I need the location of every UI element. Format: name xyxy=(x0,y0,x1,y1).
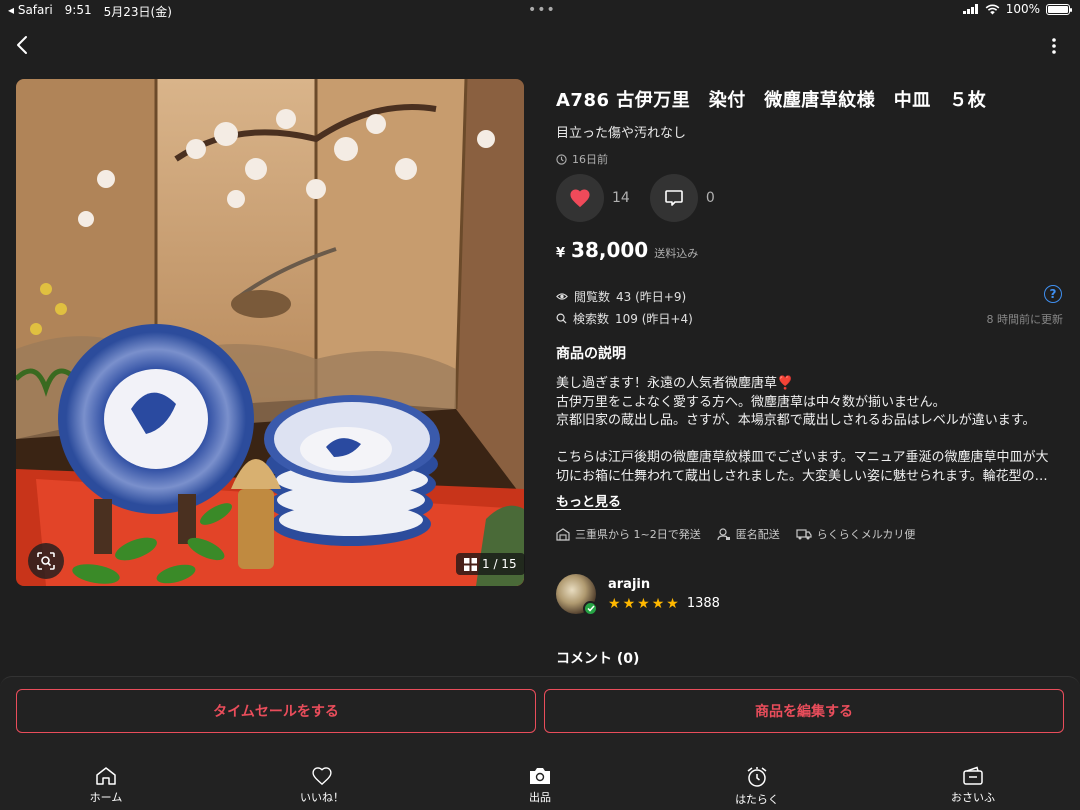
stats-updated: 8 時間前に更新 xyxy=(986,313,1064,326)
tab-likes-label: いいね！ xyxy=(300,791,344,804)
star-icon: ★ xyxy=(608,595,621,612)
status-bar: ◂ Safari 9:51 5月23日(金) ••• 100% xyxy=(0,0,1080,20)
views-value: 43 (昨日+9) xyxy=(616,290,687,304)
tab-home-label: ホーム xyxy=(89,791,123,804)
status-date: 5月23日(金) xyxy=(103,5,172,19)
comment-button[interactable] xyxy=(649,174,698,222)
comment-count: 0 xyxy=(705,190,715,206)
anonymous-user-icon xyxy=(717,527,730,540)
image-search-button[interactable] xyxy=(28,543,64,579)
description-line xyxy=(556,431,1066,450)
price: ¥ 38,000 送料込み xyxy=(556,238,698,262)
ship-from: 三重県から 1~2日で発送 xyxy=(556,526,701,542)
battery-icon xyxy=(1046,3,1072,15)
product-condition: 目立った傷や汚れなし xyxy=(556,126,687,141)
price-currency: ¥ xyxy=(556,246,566,261)
tab-work-label: はたらく xyxy=(735,793,779,806)
status-app[interactable]: ◂ Safari xyxy=(8,3,53,20)
posted-time-text: 16日前 xyxy=(572,153,608,166)
back-chevron-icon[interactable] xyxy=(8,30,38,60)
product-photo[interactable] xyxy=(16,79,524,586)
review-count: 1388 xyxy=(686,596,720,611)
tab-bar: ホーム いいね！ 出品 はたらく おさいふ xyxy=(0,760,1080,810)
grid-icon xyxy=(464,557,477,571)
help-icon[interactable]: ? xyxy=(1044,285,1062,303)
description-line: 切にお箱に仕舞われて蔵出しされました。大変美しい姿に魅せられます。輪花型の… xyxy=(556,468,1048,484)
description-line: 古伊万里をこよなく愛する方へ。微塵唐草は中々数が揃いません。 xyxy=(556,394,946,410)
wallet-icon xyxy=(963,766,983,785)
camera-icon xyxy=(530,768,550,784)
ship-method: らくらくメルカリ便 xyxy=(796,526,916,542)
photo-counter-text: 1 / 15 xyxy=(482,557,517,571)
tab-sell[interactable]: 出品 xyxy=(490,766,590,805)
ship-from-text: 三重県から 1~2日で発送 xyxy=(575,528,701,541)
comment-icon xyxy=(665,190,683,206)
description-line: こちらは江戸後期の微塵唐草紋様皿でございます。マニュア垂涎の微塵唐草中皿が大 xyxy=(556,450,1049,465)
search-icon xyxy=(556,313,567,324)
home-icon xyxy=(96,767,116,785)
shipping-info: 三重県から 1~2日で発送 匿名配送 らくらくメルカリ便 xyxy=(556,526,931,542)
product-title: A786 古伊万里 染付 微塵唐草紋様 中皿 ５枚 xyxy=(556,90,987,111)
like-button[interactable] xyxy=(556,174,604,222)
price-shipping-note: 送料込み xyxy=(654,247,699,260)
alarm-icon xyxy=(747,767,767,787)
star-icon: ★ xyxy=(637,595,650,612)
description-line: 京都旧家の蔵出し品。さすが、本場京都で蔵出しされるお品はレベルが違います。 xyxy=(556,413,1036,428)
eye-icon xyxy=(556,293,568,300)
multitask-dots-icon[interactable]: ••• xyxy=(528,2,556,18)
scan-icon xyxy=(37,552,55,570)
star-icon: ★ xyxy=(666,595,679,612)
search-label: 検索数 xyxy=(573,312,610,326)
time-sale-button[interactable]: タイムセールをする xyxy=(16,689,536,733)
like-count: 14 xyxy=(612,190,630,206)
heart-icon xyxy=(312,767,332,786)
ship-anonymous: 匿名配送 xyxy=(717,526,780,542)
seller-name[interactable]: arajin xyxy=(608,577,720,592)
ship-method-text: らくらくメルカリ便 xyxy=(816,528,916,541)
price-value: 38,000 xyxy=(571,238,649,262)
top-bar xyxy=(0,24,1080,68)
seller-card[interactable]: arajin ★ ★ ★ ★ ★ 1388 xyxy=(556,574,720,616)
status-time: 9:51 xyxy=(64,3,92,17)
wifi-icon xyxy=(985,4,1000,14)
posted-time: 16日前 xyxy=(556,151,1066,167)
show-more-link[interactable]: もっと見る xyxy=(556,491,621,510)
star-icon: ★ xyxy=(622,595,636,612)
product-photo-illustration xyxy=(16,79,524,586)
cellular-icon xyxy=(962,4,978,14)
edit-item-button[interactable]: 商品を編集する xyxy=(544,689,1064,733)
comments-heading: コメント (0) xyxy=(556,651,640,667)
tab-home[interactable]: ホーム xyxy=(56,766,156,805)
verified-badge-icon xyxy=(583,601,598,616)
tab-wallet[interactable]: おさいふ xyxy=(923,766,1023,805)
tab-work[interactable]: はたらく xyxy=(707,766,807,807)
action-row: 14 0 xyxy=(556,174,735,222)
views-label: 閲覧数 xyxy=(574,290,611,304)
description-heading: 商品の説明 xyxy=(556,346,626,362)
seller-rating: ★ ★ ★ ★ ★ 1388 xyxy=(608,596,720,611)
tab-sell-label: 出品 xyxy=(529,791,551,804)
star-icon: ★ xyxy=(651,595,665,612)
warehouse-icon xyxy=(556,527,570,541)
avatar[interactable] xyxy=(556,574,598,616)
tab-likes[interactable]: いいね！ xyxy=(272,766,372,805)
photo-counter[interactable]: 1 / 15 xyxy=(456,553,525,575)
views-stat: 閲覧数 43 (昨日+9) xyxy=(556,288,686,305)
battery-percent: 100% xyxy=(1005,2,1040,16)
search-value: 109 (昨日+4) xyxy=(615,312,693,326)
more-vertical-icon[interactable] xyxy=(1044,32,1064,60)
tab-wallet-label: おさいふ xyxy=(951,791,995,804)
description-body: 美し過ぎます！永遠の人気者微塵唐草❣️ 古伊万里をこよなく愛する方へ。微塵唐草は… xyxy=(556,375,1066,486)
heart-filled-icon xyxy=(570,189,590,208)
product-info: A786 古伊万里 染付 微塵唐草紋様 中皿 ５枚 目立った傷や汚れなし 16日… xyxy=(556,86,1066,167)
search-stat: 検索数 109 (昨日+4) xyxy=(556,310,693,327)
truck-icon xyxy=(796,529,812,540)
description-line: 美し過ぎます！永遠の人気者微塵唐草❣️ xyxy=(556,376,794,391)
clock-icon xyxy=(556,153,567,165)
ship-anonymous-text: 匿名配送 xyxy=(735,528,780,541)
